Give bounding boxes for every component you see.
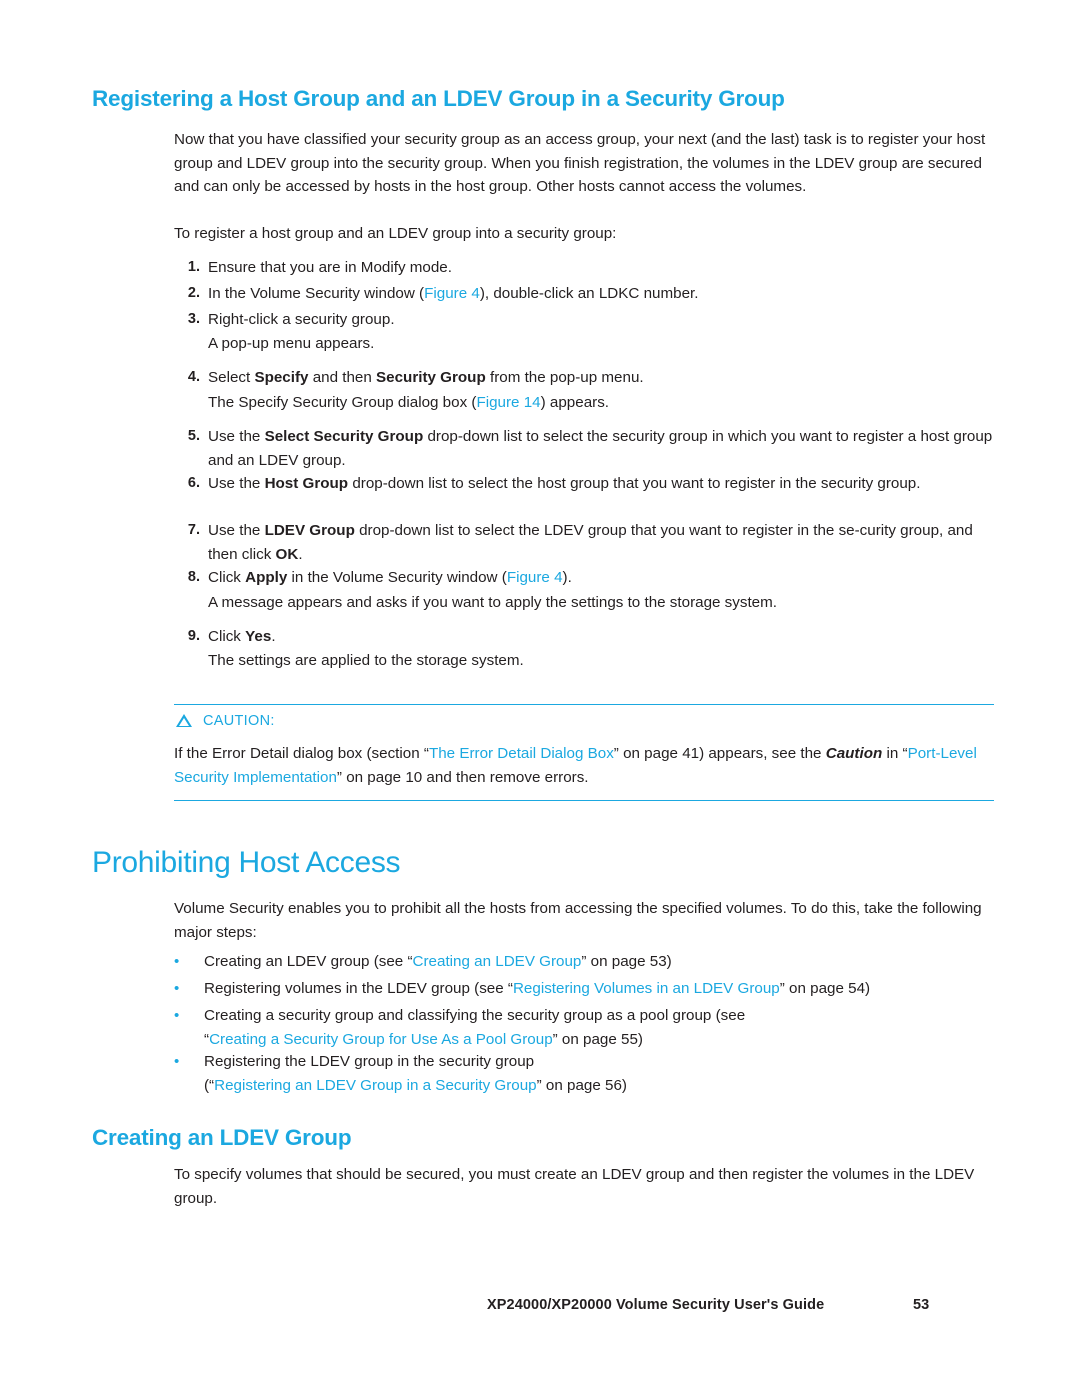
document-page: Registering a Host Group and an LDEV Gro… (0, 0, 1080, 1397)
figure-link-4b[interactable]: Figure 4 (507, 569, 563, 586)
list-item-step-7: 7. Use the LDEV Group drop-down list to … (174, 519, 994, 566)
step-text: Use the LDEV Group drop-down list to sel… (208, 522, 973, 563)
step-text: Use the Host Group drop-down list to sel… (208, 475, 921, 492)
bullet-text: Creating an LDEV group (see “Creating an… (204, 953, 672, 970)
step-number: 6. (187, 475, 200, 491)
step-4-result: The Specify Security Group dialog box (F… (208, 394, 610, 411)
step-text: Select Specify and then Security Group f… (208, 369, 644, 386)
footer-page-number: 53 (913, 1297, 930, 1313)
bullet-text: Creating a security group and classifyin… (204, 1007, 746, 1048)
step-text: Click Yes. (208, 628, 276, 645)
step-text: Click Apply in the Volume Security windo… (208, 569, 572, 586)
list-item-step-1: 1. Ensure that you are in Modify mode. (174, 256, 994, 280)
step-number: 4. (187, 369, 200, 385)
step-text: Right-click a security group. (208, 311, 395, 328)
section3-intro-paragraph: To specify volumes that should be secure… (174, 1166, 975, 1207)
step-number: 8. (187, 569, 200, 585)
list-item-bullet-2: • Registering volumes in the LDEV group … (174, 977, 994, 1001)
list-item-step-6: 6. Use the Host Group drop-down list to … (174, 472, 994, 496)
caution-warning-icon (176, 714, 192, 727)
step-number: 2. (187, 285, 200, 301)
step-text: Ensure that you are in Modify mode. (208, 259, 452, 276)
list-item-step-5: 5. Use the Select Security Group drop-do… (174, 425, 994, 472)
step-text: In the Volume Security window (Figure 4)… (208, 285, 699, 302)
figure-link-14[interactable]: Figure 14 (476, 394, 540, 411)
section1-intro-paragraph: Now that you have classified your securi… (174, 131, 986, 195)
step-3-result: A pop-up menu appears. (208, 335, 375, 352)
footer-document-title: XP24000/XP20000 Volume Security User's G… (487, 1297, 825, 1313)
caution-top-rule (174, 704, 994, 705)
list-item-bullet-4: • Registering the LDEV group in the secu… (174, 1050, 994, 1097)
step-9-result: The settings are applied to the storage … (208, 652, 524, 669)
step-number: 3. (187, 311, 200, 327)
bullet-text: Registering volumes in the LDEV group (s… (204, 980, 871, 997)
step-number: 5. (187, 428, 200, 444)
link-creating-a-security-group-for-use-as-a-pool-group[interactable]: Creating a Security Group for Use As a P… (209, 1031, 553, 1048)
list-item-step-3: 3. Right-click a security group. (174, 308, 994, 332)
caution-bottom-rule (174, 800, 994, 801)
step-number: 7. (187, 522, 200, 538)
caution-body: If the Error Detail dialog box (section … (174, 745, 977, 786)
section-heading-registering-host-group: Registering a Host Group and an LDEV Gro… (92, 86, 785, 111)
bullet-text: Registering the LDEV group in the securi… (204, 1053, 627, 1094)
link-registering-volumes-in-an-ldev-group[interactable]: Registering Volumes in an LDEV Group (513, 980, 780, 997)
link-error-detail-dialog-box[interactable]: The Error Detail Dialog Box (429, 745, 614, 762)
list-item-bullet-3: • Creating a security group and classify… (174, 1004, 994, 1051)
bullet-dot-icon: • (174, 980, 180, 997)
section-heading-creating-an-ldev-group: Creating an LDEV Group (92, 1125, 352, 1150)
link-registering-an-ldev-group-in-a-security-group[interactable]: Registering an LDEV Group in a Security … (214, 1077, 536, 1094)
step-number: 1. (187, 259, 200, 275)
section2-intro-paragraph: Volume Security enables you to prohibit … (174, 900, 982, 941)
step-8-result: A message appears and asks if you want t… (208, 594, 778, 611)
list-item-step-9: 9. Click Yes. (174, 625, 994, 649)
list-item-step-8: 8. Click Apply in the Volume Security wi… (174, 566, 994, 590)
step-text: Use the Select Security Group drop-down … (208, 428, 993, 469)
step-number: 9. (187, 628, 200, 644)
figure-link-4[interactable]: Figure 4 (424, 285, 480, 302)
bullet-dot-icon: • (174, 1007, 180, 1024)
list-item-bullet-1: • Creating an LDEV group (see “Creating … (174, 950, 994, 974)
section-heading-prohibiting-host-access: Prohibiting Host Access (92, 846, 401, 879)
caution-label: CAUTION: (203, 713, 275, 729)
section1-lead-in: To register a host group and an LDEV gro… (174, 225, 617, 242)
bullet-dot-icon: • (174, 953, 180, 970)
link-creating-an-ldev-group[interactable]: Creating an LDEV Group (413, 953, 582, 970)
bullet-dot-icon: • (174, 1053, 180, 1070)
list-item-step-4: 4. Select Specify and then Security Grou… (174, 366, 994, 390)
list-item-step-2: 2. In the Volume Security window (Figure… (174, 282, 994, 306)
